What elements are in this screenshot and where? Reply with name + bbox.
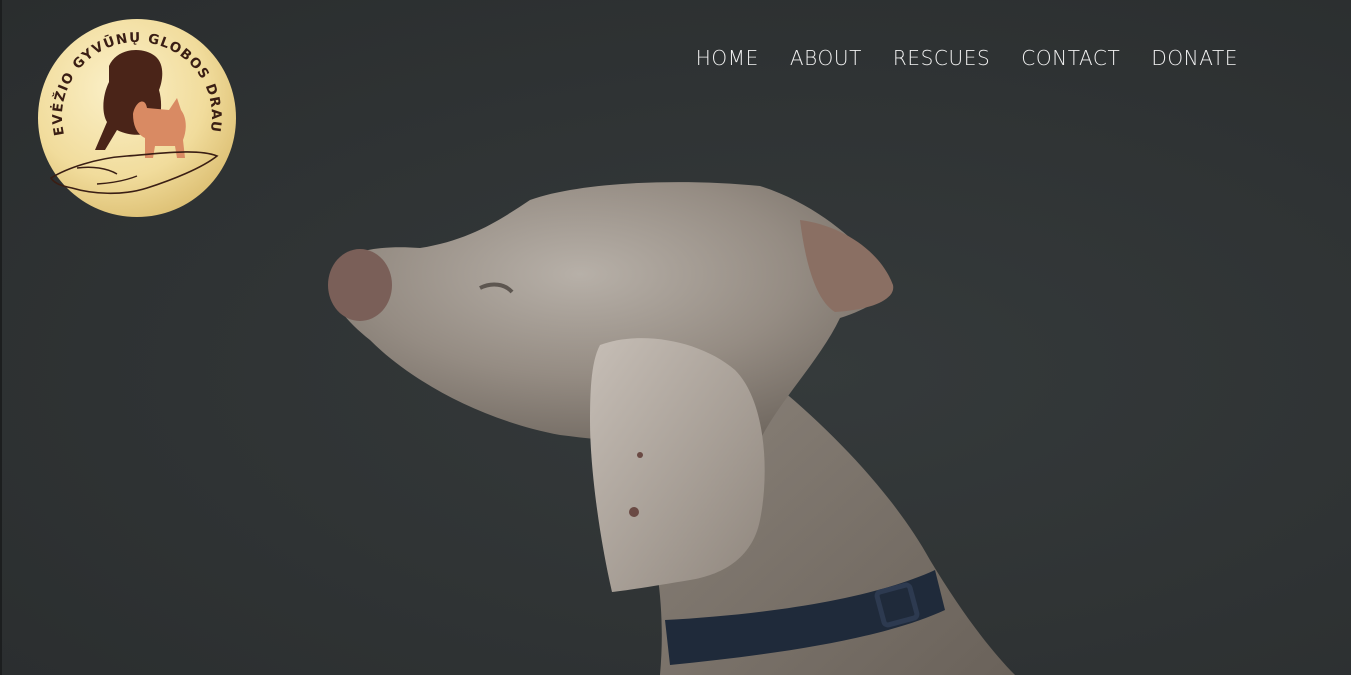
nav-donate[interactable]: DONATE bbox=[1151, 44, 1238, 72]
nav-contact[interactable]: CONTACT bbox=[1021, 44, 1120, 72]
nav-about[interactable]: ABOUT bbox=[790, 44, 862, 72]
nav-rescues[interactable]: RESCUES bbox=[893, 44, 990, 72]
main-nav: HOME ABOUT RESCUES CONTACT DONATE bbox=[696, 44, 1238, 72]
nav-home[interactable]: HOME bbox=[696, 44, 759, 72]
hero-section: PANEVĖŽIO GYVŪNŲ GLOBOS DRAUGIJA HOME AB… bbox=[0, 0, 1351, 675]
site-logo[interactable]: PANEVĖŽIO GYVŪNŲ GLOBOS DRAUGIJA bbox=[37, 18, 237, 218]
